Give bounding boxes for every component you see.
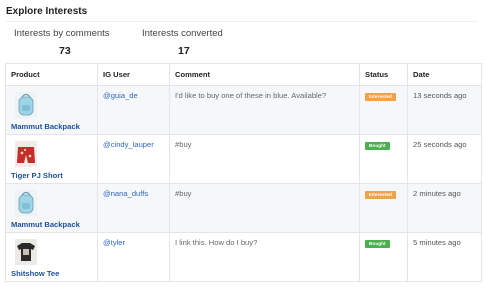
status-cell: Bought [359,134,408,184]
status-cell: Interested [359,183,408,233]
ig-user-cell: @cindy_lauper [97,134,170,184]
column-header-ig-user[interactable]: IG User [97,63,170,86]
comment-text: I link this. How do I buy? [169,232,360,282]
status-badge: Interested [365,93,396,101]
page-title: Explore Interests [6,6,88,17]
comment-text: I'd like to buy one of these in blue. Av… [169,85,360,135]
ig-user-cell: @nana_duffs [97,183,170,233]
ig-user-cell: @tyler [97,232,170,282]
stat-value: 17 [178,45,190,57]
table-row: Tiger PJ Short @cindy_lauper #buy Bought… [5,134,482,184]
table-row: Mammut Backpack @nana_duffs #buy Interes… [5,183,482,233]
backpack-thumbnail-icon[interactable] [15,190,37,216]
stat-label: Interests converted [142,28,223,39]
title-divider [6,21,478,22]
ig-user-link[interactable]: @nana_duffs [103,189,148,198]
ig-user-link[interactable]: @tyler [103,238,125,247]
status-cell: Interested [359,85,408,135]
table-row: Mammut Backpack @guia_de I'd like to buy… [5,85,482,135]
product-name-link[interactable]: Mammut Backpack [11,122,92,131]
backpack-thumbnail-icon[interactable] [15,92,37,118]
status-badge: Bought [365,240,390,248]
comment-text: #buy [169,183,360,233]
comment-text: #buy [169,134,360,184]
status-badge: Interested [365,191,396,199]
tshirt-thumbnail-icon[interactable] [15,239,37,265]
product-name-link[interactable]: Tiger PJ Short [11,171,92,180]
product-name-link[interactable]: Shitshow Tee [11,269,92,278]
date-text: 2 minutes ago [407,183,482,233]
shorts-thumbnail-icon[interactable] [15,141,37,167]
column-header-comment[interactable]: Comment [169,63,360,86]
date-text: 5 minutes ago [407,232,482,282]
product-cell[interactable]: Tiger PJ Short [5,134,98,184]
product-cell[interactable]: Shitshow Tee [5,232,98,282]
date-text: 25 seconds ago [407,134,482,184]
status-badge: Bought [365,142,390,150]
stat-value: 73 [59,45,71,57]
table-header-row: Product IG User Comment Status Date [5,63,482,86]
interests-table: Product IG User Comment Status Date Mamm… [5,63,482,282]
date-text: 13 seconds ago [407,85,482,135]
product-cell[interactable]: Mammut Backpack [5,183,98,233]
product-cell[interactable]: Mammut Backpack [5,85,98,135]
stat-interests-by-comments: Interests by comments 73 [14,28,134,57]
ig-user-link[interactable]: @cindy_lauper [103,140,154,149]
column-header-status[interactable]: Status [359,63,408,86]
column-header-product[interactable]: Product [5,63,98,86]
table-row: Shitshow Tee @tyler I link this. How do … [5,232,482,282]
product-name-link[interactable]: Mammut Backpack [11,220,92,229]
stat-interests-converted: Interests converted 17 [142,28,262,57]
ig-user-cell: @guia_de [97,85,170,135]
column-header-date[interactable]: Date [407,63,482,86]
ig-user-link[interactable]: @guia_de [103,91,138,100]
stat-label: Interests by comments [14,28,110,39]
status-cell: Bought [359,232,408,282]
